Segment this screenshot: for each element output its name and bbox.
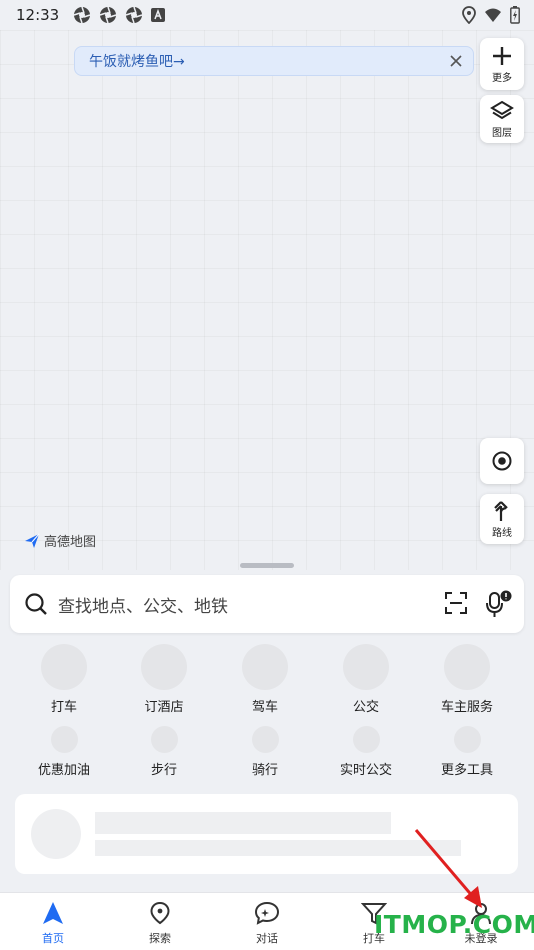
search-icon	[25, 593, 47, 615]
shortcut-hotel[interactable]: 订酒店	[114, 644, 214, 715]
wifi-icon	[485, 8, 501, 22]
layers-label: 图层	[492, 127, 512, 139]
nav-home[interactable]: 首页	[23, 901, 83, 946]
more-button[interactable]: 更多	[480, 38, 524, 90]
car-icon	[242, 644, 288, 690]
locate-button[interactable]	[480, 438, 524, 484]
shortcut-label: 驾车	[251, 700, 278, 715]
shortcut-label: 打车	[50, 700, 77, 715]
shortcut-label: 车主服务	[440, 700, 493, 715]
bus-icon	[343, 644, 389, 690]
shortcut-label: 订酒店	[144, 700, 184, 715]
route-arrow-icon	[494, 500, 508, 521]
home-arrow-icon	[43, 902, 63, 924]
map-canvas[interactable]	[0, 30, 534, 570]
status-right-icons	[462, 6, 520, 24]
site-watermark: ITMOP.COM	[374, 910, 534, 939]
walk-icon	[150, 726, 178, 753]
route-label: 路线	[492, 527, 512, 539]
nav-label: 对话	[256, 932, 278, 945]
aperture-icon	[99, 6, 117, 24]
status-time: 12:33	[16, 6, 60, 24]
shortcut-drive[interactable]: 驾车	[215, 644, 315, 715]
shortcut-label: 公交	[352, 700, 379, 715]
shortcut-label: 步行	[150, 763, 177, 778]
shortcut-realtime-bus[interactable]: 实时公交	[316, 726, 416, 778]
paper-plane-icon	[25, 533, 40, 548]
shortcut-walk[interactable]: 步行	[114, 726, 214, 778]
logo-text: 高德地图	[44, 535, 97, 550]
bike-icon	[251, 726, 279, 753]
shortcut-label: 实时公交	[339, 763, 392, 778]
shortcut-more-tools[interactable]: 更多工具	[417, 726, 517, 778]
hotel-icon	[141, 644, 187, 690]
realtime-bus-icon	[352, 726, 380, 753]
promo-banner[interactable]: 午饭就烤鱼吧→	[74, 46, 474, 76]
route-button[interactable]: 路线	[480, 494, 524, 544]
card-line-placeholder	[95, 840, 461, 856]
owner-services-icon	[444, 644, 490, 690]
shortcut-owner-services[interactable]: 车主服务	[417, 644, 517, 715]
nav-label: 首页	[42, 932, 64, 945]
location-icon	[462, 6, 476, 24]
annotation-arrow-icon	[414, 829, 482, 908]
fuel-icon	[50, 726, 78, 753]
locate-icon	[492, 451, 512, 471]
taxi-icon	[41, 644, 87, 690]
search-input[interactable]: 查找地点、公交、地铁	[58, 592, 228, 617]
layers-button[interactable]: 图层	[480, 95, 524, 143]
amap-logo: 高德地图	[24, 531, 96, 550]
battery-icon	[510, 6, 520, 24]
nav-chat[interactable]: 对话	[237, 901, 297, 946]
shortcut-fuel-deals[interactable]: 优惠加油	[14, 726, 114, 778]
card-line-placeholder	[95, 812, 391, 834]
shortcut-label: 更多工具	[440, 763, 493, 778]
scan-icon[interactable]	[444, 591, 468, 615]
layers-icon	[490, 100, 514, 119]
card-avatar-placeholder	[31, 809, 81, 859]
sheet-drag-handle[interactable]	[240, 563, 294, 568]
more-label: 更多	[492, 72, 512, 84]
voice-mic-icon[interactable]	[484, 589, 512, 619]
notification-icons	[73, 6, 166, 24]
shortcut-taxi[interactable]: 打车	[14, 644, 114, 715]
close-icon[interactable]	[447, 52, 465, 70]
shortcut-ride[interactable]: 骑行	[215, 726, 315, 778]
explore-pin-icon	[150, 901, 170, 925]
shortcut-bus[interactable]: 公交	[316, 644, 416, 715]
shortcut-label: 骑行	[251, 763, 278, 778]
plus-icon	[493, 46, 511, 65]
promo-banner-text: 午饭就烤鱼吧→	[89, 54, 185, 70]
shortcut-label: 优惠加油	[37, 763, 90, 778]
aperture-icon	[125, 6, 143, 24]
a-badge-icon	[151, 8, 166, 22]
aperture-icon	[73, 6, 91, 24]
nav-explore[interactable]: 探索	[130, 901, 190, 946]
nav-label: 探索	[149, 932, 171, 945]
chat-bubble-icon	[254, 901, 280, 925]
search-bar[interactable]: 查找地点、公交、地铁	[10, 575, 524, 633]
status-bar: 12:33	[0, 0, 534, 30]
more-tools-icon	[453, 726, 481, 753]
